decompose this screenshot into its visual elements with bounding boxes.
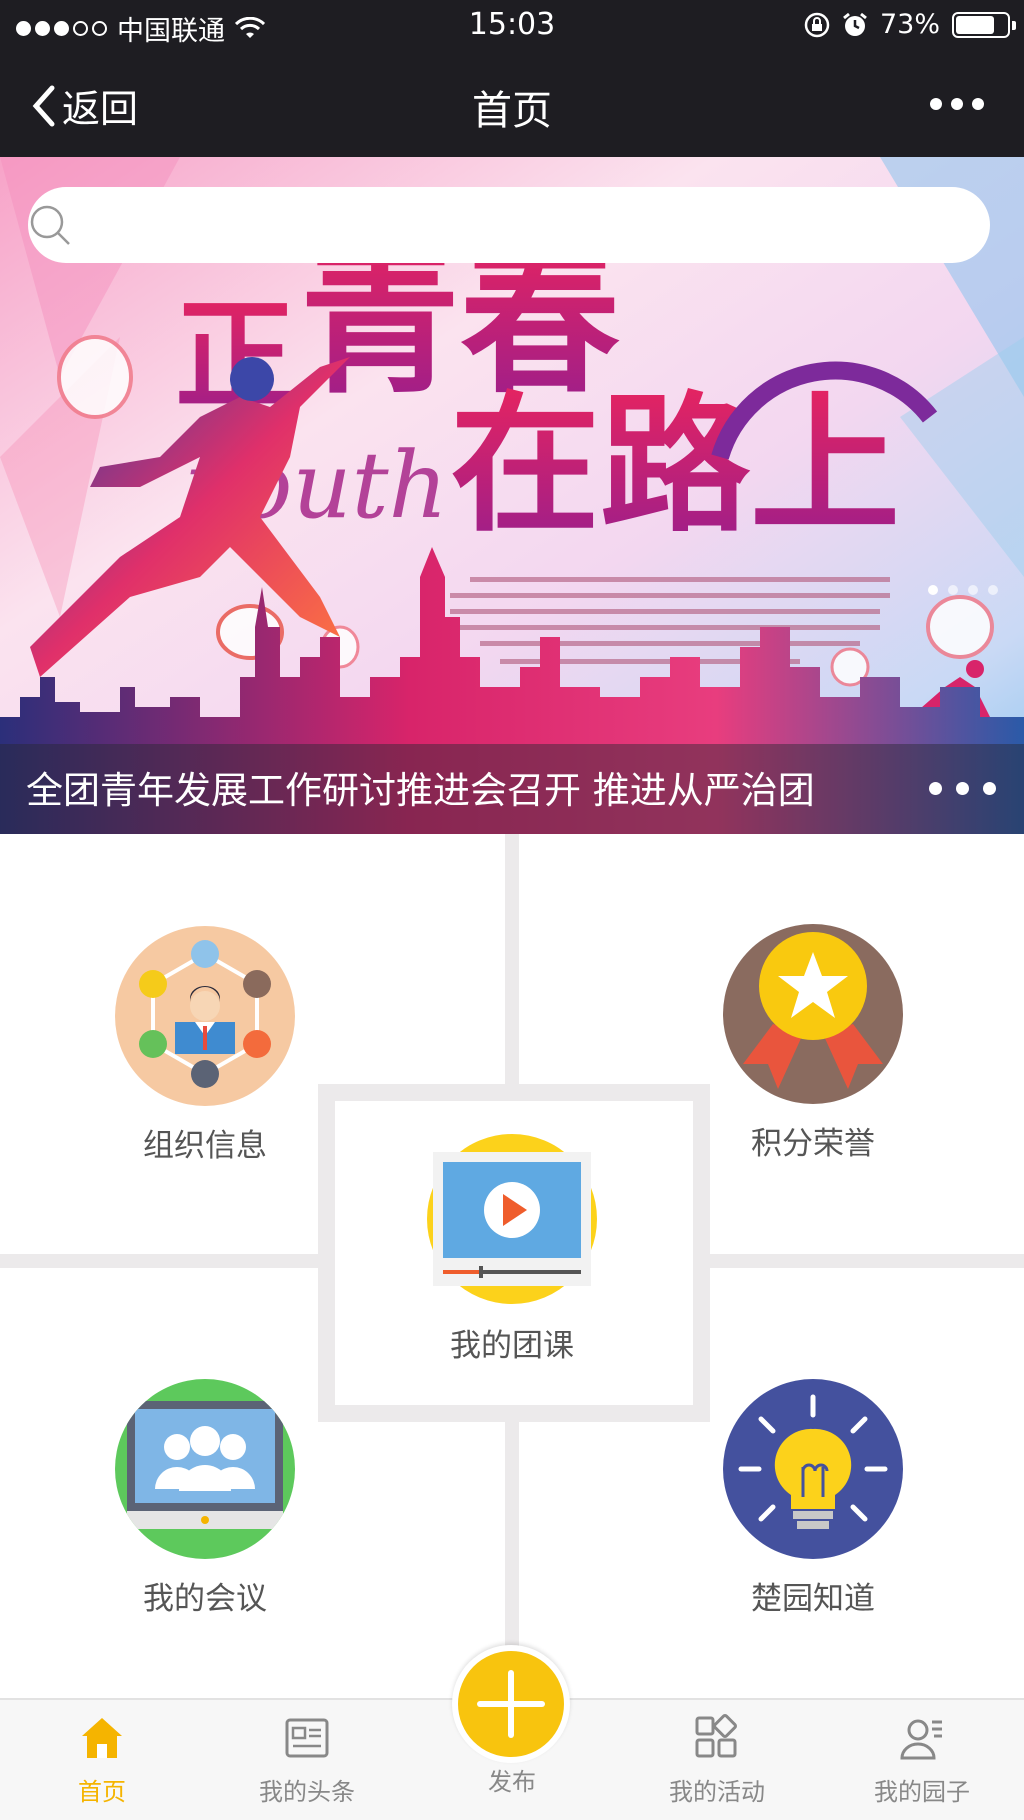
battery-icon: [952, 11, 1016, 38]
meeting-icon: [115, 1379, 295, 1559]
tab-home[interactable]: 首页: [22, 1714, 182, 1807]
search-icon[interactable]: [28, 203, 72, 247]
organization-icon: [115, 926, 295, 1106]
grid-item-label: 组织信息: [143, 1128, 267, 1164]
tab-activities[interactable]: 我的活动: [637, 1714, 797, 1807]
status-bar: 中国联通 15:03 73%: [0, 0, 1024, 50]
grid-divider-vertical-top: [505, 834, 519, 1102]
grid-item-knowledge[interactable]: 楚园知道: [683, 1379, 943, 1618]
grid-item-label: 楚园知道: [751, 1581, 875, 1617]
apps-icon: [695, 1714, 737, 1758]
grid-item-label: 积分荣誉: [751, 1126, 875, 1162]
search-input[interactable]: [58, 203, 878, 247]
feature-grid: 组织信息 积分荣誉 我的团课 我的会议 楚园知道: [0, 834, 1024, 1698]
banner-caption: 全团青年发展工作研讨推进会召开 推进从严治团: [26, 769, 815, 812]
tab-label: 首页: [78, 1778, 126, 1806]
grid-item-honors[interactable]: 积分荣誉: [683, 924, 943, 1163]
grid-divider-horizontal-right: [700, 1254, 1024, 1268]
battery-percent: 73%: [879, 9, 940, 40]
tab-label: 我的头条: [259, 1778, 355, 1806]
grid-divider-horizontal-left: [0, 1254, 330, 1268]
alarm-icon: [843, 12, 867, 36]
search-bar[interactable]: [28, 187, 990, 263]
tab-label: 我的活动: [669, 1778, 765, 1806]
svg-text:在路上: 在路上: [450, 379, 900, 553]
lightbulb-icon: [723, 1379, 903, 1559]
grid-item-label: 我的团课: [450, 1328, 574, 1364]
caption-more-icon[interactable]: [929, 782, 996, 795]
banner-carousel[interactable]: 正 青春 在路上 youth 全团青年发展工作研讨推进会召开 推进从严治团: [0, 157, 1024, 834]
more-options-button[interactable]: [930, 98, 984, 110]
page-title: 首页: [472, 88, 552, 134]
tab-label: 发布: [488, 1768, 536, 1796]
grid-item-lessons[interactable]: 我的团课: [382, 1134, 642, 1365]
tab-my-garden[interactable]: 我的园子: [842, 1714, 1002, 1807]
home-icon: [82, 1718, 122, 1758]
grid-item-meetings[interactable]: 我的会议: [75, 1379, 335, 1618]
grid-item-organization[interactable]: 组织信息: [75, 926, 335, 1165]
news-icon: [285, 1718, 329, 1758]
video-lesson-icon: [427, 1134, 597, 1304]
banner-caption-bar[interactable]: 全团青年发展工作研讨推进会召开 推进从严治团: [0, 744, 1024, 834]
medal-icon: [723, 924, 903, 1104]
publish-button[interactable]: [452, 1645, 570, 1763]
profile-icon: [900, 1719, 942, 1760]
tab-label: 我的园子: [874, 1778, 970, 1806]
tab-headlines[interactable]: 我的头条: [227, 1714, 387, 1807]
grid-item-label: 我的会议: [143, 1581, 267, 1617]
plus-icon: [477, 1670, 545, 1738]
rotation-lock-icon: [804, 12, 830, 37]
navigation-bar: 返回 首页: [0, 50, 1024, 157]
carousel-indicator: [928, 585, 998, 595]
